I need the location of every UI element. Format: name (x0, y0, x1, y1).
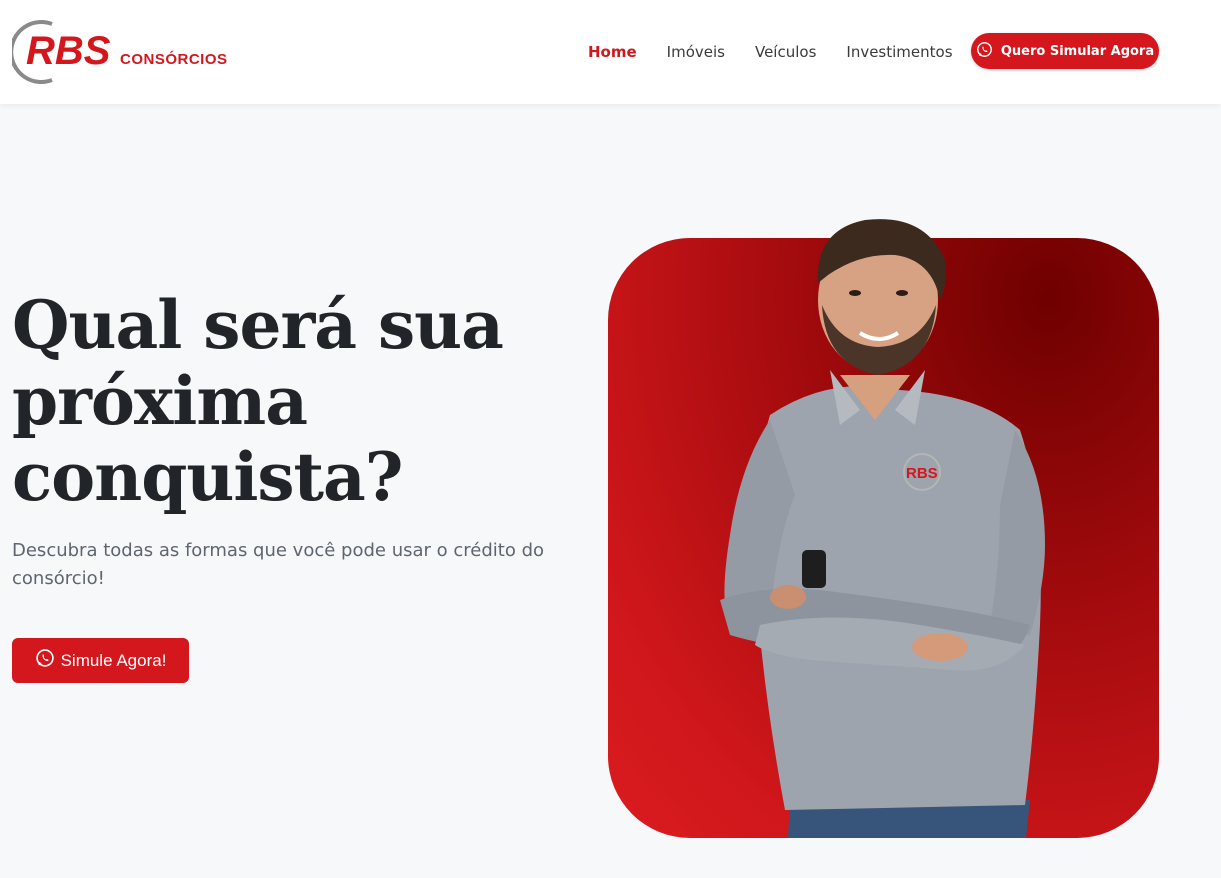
hero-title-line-2: próxima (12, 362, 308, 440)
main-nav: Home Imóveis Veículos Investimentos (588, 0, 983, 104)
logo-sub-text: CONSÓRCIOS (120, 50, 228, 68)
logo-main-text: RBS (26, 29, 111, 73)
rbs-logo[interactable]: RBS CONSÓRCIOS (12, 18, 257, 84)
hero-title-line-3: conquista? (12, 438, 403, 516)
site-header: RBS CONSÓRCIOS Home Imóveis Veículos Inv… (0, 0, 1221, 104)
simule-agora-button[interactable]: Simule Agora! (12, 638, 189, 683)
nav-home[interactable]: Home (588, 43, 637, 61)
hero-subtitle: Descubra todas as formas que você pode u… (12, 540, 545, 589)
quero-simular-label: Quero Simular Agora (1000, 43, 1155, 59)
simule-agora-label: Simule Agora! (60, 650, 167, 670)
consultant-photo: RBS (700, 205, 1060, 838)
nav-imoveis[interactable]: Imóveis (667, 43, 725, 61)
hero-title-line-1: Qual será sua (12, 286, 504, 364)
nav-veiculos[interactable]: Veículos (755, 43, 816, 61)
shirt-logo: RBS (906, 465, 938, 482)
quero-simular-button[interactable]: Quero Simular Agora (971, 33, 1159, 69)
whatsapp-icon (976, 41, 993, 62)
hero-title: Qual será sua próxima conquista? (12, 287, 572, 515)
nav-investimentos[interactable]: Investimentos (846, 43, 952, 61)
whatsapp-icon (35, 648, 55, 673)
